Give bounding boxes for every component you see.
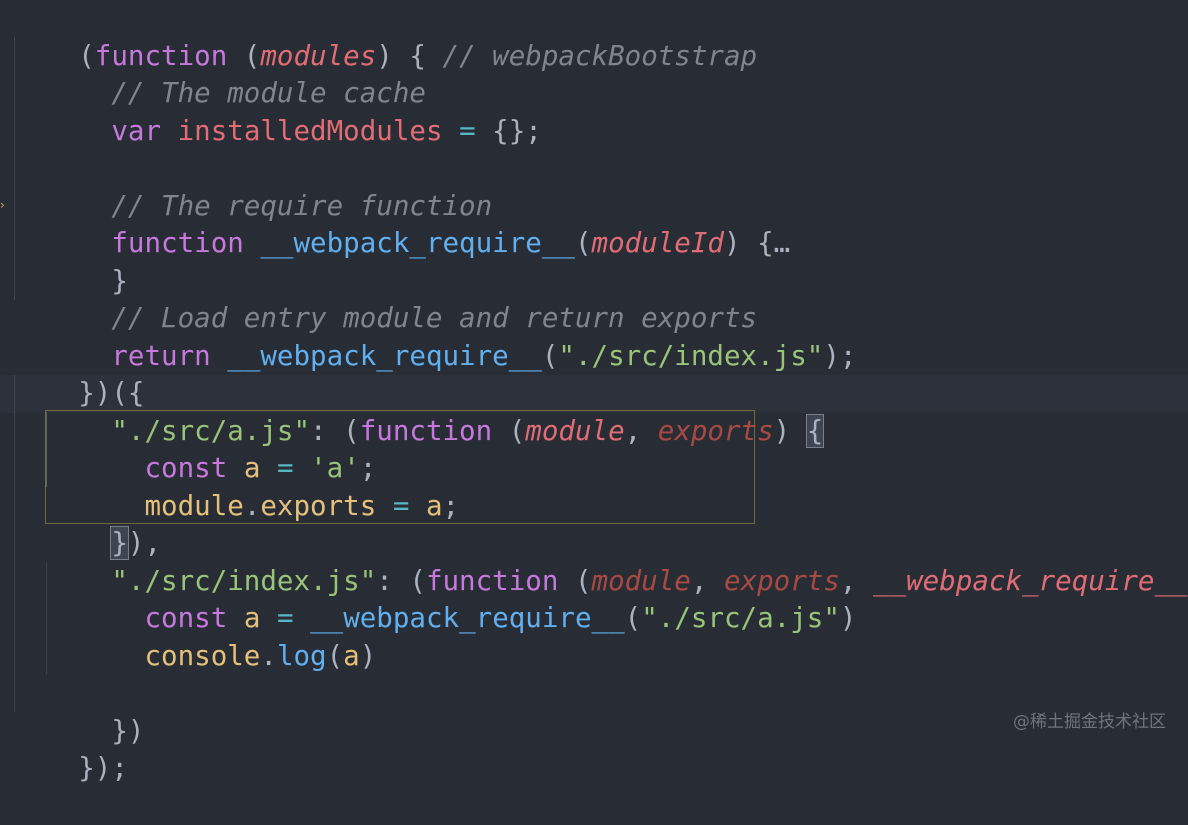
code-line[interactable]: // The module cache xyxy=(12,38,426,76)
code-line[interactable]: const a = __webpack_require__("./src/a.j… xyxy=(12,563,856,601)
token-function: __webpack_require__ xyxy=(227,340,542,372)
token-param: moduleId xyxy=(592,227,724,259)
code-line[interactable]: "./src/a.js": (function (module, exports… xyxy=(12,375,823,413)
code-line[interactable]: return __webpack_require__("./src/index.… xyxy=(12,300,856,338)
code-line[interactable]: }), xyxy=(12,488,161,526)
fold-arrow-icon[interactable]: › xyxy=(0,197,8,213)
code-line[interactable]: }); xyxy=(12,713,128,751)
token-operator: = xyxy=(459,115,476,147)
token: ( xyxy=(327,640,344,672)
token xyxy=(211,340,228,372)
code-line[interactable] xyxy=(12,638,78,676)
token-param: exports xyxy=(658,415,774,447)
code-line[interactable]: "./src/index.js": (function (module, exp… xyxy=(12,525,1188,563)
matched-bracket: { xyxy=(807,415,824,447)
code-line[interactable]: }) xyxy=(12,675,144,713)
token: . xyxy=(244,490,261,522)
token-keyword: function xyxy=(360,415,492,447)
token-property: exports xyxy=(260,490,376,522)
token-object: console xyxy=(144,640,260,672)
fold-ellipsis-icon[interactable]: … xyxy=(774,227,791,259)
token: ) xyxy=(840,602,857,634)
token xyxy=(443,115,460,147)
watermark: @稀土掘金技术社区 xyxy=(1013,707,1166,732)
token-keyword: var xyxy=(111,115,161,147)
token: ( xyxy=(492,415,525,447)
code-line[interactable]: function __webpack_require__(moduleId) {… xyxy=(12,188,790,226)
token: ); xyxy=(823,340,856,372)
token: ) { xyxy=(724,227,774,259)
token xyxy=(78,640,144,672)
code-line[interactable]: })({ xyxy=(12,338,144,376)
token xyxy=(161,115,178,147)
token: ( xyxy=(542,340,559,372)
token-comment: // webpackBootstrap xyxy=(443,40,758,72)
token-variable: a xyxy=(426,490,443,522)
token-string: "./src/index.js" xyxy=(558,340,823,372)
token-param: module xyxy=(525,415,624,447)
code-line[interactable]: // The require function xyxy=(12,150,492,188)
token: ; xyxy=(443,490,460,522)
token xyxy=(376,490,393,522)
token-function: __webpack_require__ xyxy=(260,227,575,259)
code-line[interactable]: // Load entry module and return exports xyxy=(12,263,757,301)
token-keyword: function xyxy=(111,227,243,259)
code-line[interactable]: } xyxy=(12,225,128,263)
token: {}; xyxy=(476,115,542,147)
token: , xyxy=(625,415,658,447)
token xyxy=(78,115,111,147)
token-function: log xyxy=(277,640,327,672)
token: . xyxy=(260,640,277,672)
code-line[interactable]: console.log(a) xyxy=(12,600,376,638)
code-editor[interactable]: › (function (modules) { // webpackBootst… xyxy=(0,0,1188,754)
code-line[interactable]: var installedModules = {}; xyxy=(12,75,542,113)
code-line[interactable]: module.exports = a; xyxy=(12,450,459,488)
token-variable: installedModules xyxy=(178,115,443,147)
token-variable: a xyxy=(343,640,360,672)
token xyxy=(409,490,426,522)
token: ( xyxy=(625,602,642,634)
token: ) xyxy=(774,415,807,447)
code-line[interactable] xyxy=(12,113,78,151)
token-operator: = xyxy=(393,490,410,522)
token xyxy=(244,227,261,259)
token-param: __webpack_require__ xyxy=(873,565,1188,597)
token: }); xyxy=(78,752,128,784)
token: ) xyxy=(360,640,377,672)
token: ( xyxy=(575,227,592,259)
code-line[interactable]: const a = 'a'; xyxy=(12,413,376,451)
token-string: "./src/a.js" xyxy=(641,602,840,634)
code-line[interactable]: (function (modules) { // webpackBootstra… xyxy=(12,0,757,38)
